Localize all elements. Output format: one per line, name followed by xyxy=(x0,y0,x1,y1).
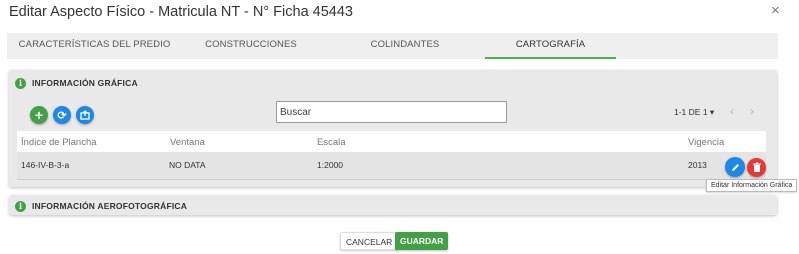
info-aerofotografica-panel: i INFORMACIÓN AEROFOTOGRÁFICA xyxy=(9,195,777,215)
cell-indice: 146-IV-B-3-a xyxy=(21,160,70,170)
dialog-title: Editar Aspecto Físico - Matricula NT - N… xyxy=(9,4,353,20)
column-header-ventana[interactable]: Ventana xyxy=(170,137,205,148)
upload-button[interactable] xyxy=(76,106,94,124)
delete-button[interactable] xyxy=(747,158,766,177)
trash-icon xyxy=(752,162,761,172)
tab-bar: Características del Predio Construccione… xyxy=(7,33,778,59)
cell-vigencia: 2013 xyxy=(688,160,707,170)
cell-ventana: NO DATA xyxy=(169,160,206,170)
refresh-icon: ⟳ xyxy=(57,109,67,122)
refresh-button[interactable]: ⟳ xyxy=(53,106,71,124)
table-header: Índice de Plancha Ventana Escala Vigenci… xyxy=(17,131,766,152)
tab-construcciones[interactable]: Construcciones xyxy=(176,33,326,59)
cell-escala: 1:2000 xyxy=(317,160,343,170)
upload-icon xyxy=(80,110,90,120)
panel-title: INFORMACIÓN AEROFOTOGRÁFICA xyxy=(32,201,188,211)
info-grafica-header[interactable]: i INFORMACIÓN GRÁFICA xyxy=(15,76,138,90)
edit-button[interactable] xyxy=(725,157,745,177)
pagination-range[interactable]: 1-1 DE 1 ▾ xyxy=(674,107,714,118)
cancel-button[interactable]: CANCELAR xyxy=(340,232,399,250)
plus-icon: + xyxy=(34,107,44,123)
column-header-escala[interactable]: Escala xyxy=(317,137,346,148)
chevron-down-icon: ▾ xyxy=(709,107,715,117)
table-row[interactable]: 146-IV-B-3-a NO DATA 1:2000 2013 xyxy=(17,152,766,180)
column-header-vigencia[interactable]: Vigencia xyxy=(688,137,724,148)
prev-page-icon[interactable]: ‹ xyxy=(730,104,734,118)
add-button[interactable]: + xyxy=(30,106,48,124)
next-page-icon[interactable]: › xyxy=(750,104,754,118)
column-header-indice[interactable]: Índice de Plancha xyxy=(21,137,97,148)
info-icon: i xyxy=(15,77,26,89)
info-icon: i xyxy=(15,200,26,212)
search-input[interactable] xyxy=(276,101,507,123)
save-button[interactable]: GUARDAR xyxy=(395,232,449,250)
tab-cartografia[interactable]: Cartografía xyxy=(485,33,616,59)
panel-title: INFORMACIÓN GRÁFICA xyxy=(32,78,138,88)
close-icon[interactable]: × xyxy=(771,2,780,19)
pencil-icon xyxy=(731,163,739,171)
info-aerofotografica-header[interactable]: i INFORMACIÓN AEROFOTOGRÁFICA xyxy=(15,199,187,213)
edit-tooltip: Editar Información Gráfica xyxy=(706,179,798,192)
tab-caracteristicas[interactable]: Características del Predio xyxy=(13,33,176,59)
tab-colindantes[interactable]: Colindantes xyxy=(326,33,484,59)
